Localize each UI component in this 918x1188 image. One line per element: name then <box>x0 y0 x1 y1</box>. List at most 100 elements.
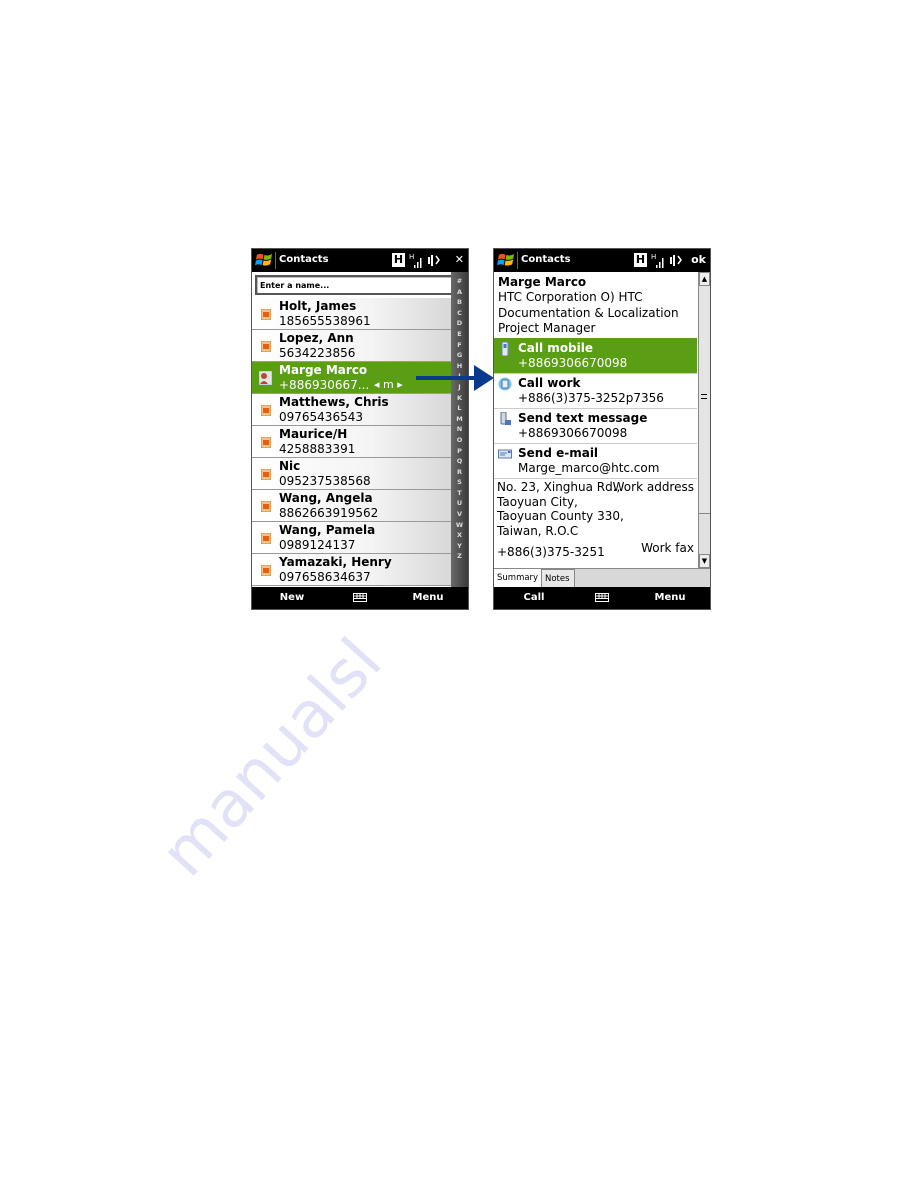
scroll-grip-icon <box>701 394 707 399</box>
alphabet-letter[interactable]: W <box>451 520 468 531</box>
call-softkey[interactable]: Call <box>494 592 574 603</box>
alphabet-letter[interactable]: T <box>451 488 468 499</box>
alphabet-letter[interactable]: B <box>451 297 468 308</box>
alphabet-letter[interactable]: N <box>451 424 468 435</box>
alphabet-index-bar[interactable]: #ABCDEFGHIJKLMNOPQRSTUVWXYZ <box>451 272 468 588</box>
menu-softkey[interactable]: Menu <box>630 592 710 603</box>
tab-notes[interactable]: Notes <box>542 569 575 588</box>
alphabet-letter[interactable]: K <box>451 393 468 404</box>
work-fax[interactable]: +886(3)375-3251 Work fax <box>494 538 697 559</box>
action-value: Marge_marco@htc.com <box>518 461 660 475</box>
contact-job-title: Project Manager <box>498 321 596 335</box>
alphabet-letter[interactable]: # <box>451 276 468 287</box>
new-softkey[interactable]: New <box>252 592 332 603</box>
contact-card-icon <box>261 533 271 544</box>
title-bar: Contacts H H ok <box>494 249 710 272</box>
alphabet-letter[interactable]: R <box>451 467 468 478</box>
action-label: Call work <box>518 376 581 390</box>
contact-row[interactable]: Maurice/H 4258883391 <box>252 426 451 458</box>
keyboard-icon[interactable] <box>595 593 609 602</box>
keyboard-icon[interactable] <box>353 593 367 602</box>
watermark-text: manualsl <box>150 625 396 891</box>
call-work-action[interactable]: Call work +886(3)375-3252p7356 <box>494 373 697 408</box>
fax-number: +886(3)375-3251 <box>497 545 605 559</box>
tab-summary[interactable]: Summary <box>494 569 542 588</box>
alphabet-letter[interactable]: Q <box>451 456 468 467</box>
ok-button[interactable]: ok <box>691 253 706 266</box>
contact-name: Matthews, Chris <box>279 395 389 409</box>
work-address[interactable]: No. 23, Xinghua Rd., Taoyuan City, Taoyu… <box>494 478 697 538</box>
speaker-volume-icon[interactable] <box>427 253 441 268</box>
contact-number: 09765436543 <box>279 410 363 424</box>
contact-number: 185655538961 <box>279 314 371 328</box>
name-search-input[interactable] <box>255 275 453 295</box>
action-value: +886(3)375-3252p7356 <box>518 391 664 405</box>
action-value: +8869306670098 <box>518 356 628 370</box>
alphabet-letter[interactable]: P <box>451 446 468 457</box>
contact-name: Maurice/H <box>279 427 348 441</box>
action-value: +8869306670098 <box>518 426 628 440</box>
contact-name: Yamazaki, Henry <box>279 555 392 569</box>
signal-strength-icon[interactable]: H <box>409 252 423 269</box>
alphabet-letter[interactable]: C <box>451 308 468 319</box>
scroll-down-arrow-icon[interactable]: ▼ <box>699 554 710 568</box>
windows-start-icon[interactable] <box>255 251 274 270</box>
contact-detail-screen: Contacts H H ok Marge Marco HTC Corporat… <box>493 248 711 610</box>
mobile-phone-icon <box>501 342 509 356</box>
alphabet-letter[interactable]: Z <box>451 551 468 562</box>
alphabet-letter[interactable]: U <box>451 498 468 509</box>
speaker-volume-icon[interactable] <box>669 253 683 268</box>
alphabet-letter[interactable]: F <box>451 340 468 351</box>
alphabet-letter[interactable]: X <box>451 530 468 541</box>
contact-number: 0989124137 <box>279 538 356 552</box>
alphabet-letter[interactable]: O <box>451 435 468 446</box>
close-button[interactable]: ✕ <box>455 253 464 266</box>
contact-number: 4258883391 <box>279 442 356 456</box>
alphabet-letter[interactable]: S <box>451 477 468 488</box>
app-title: Contacts <box>521 254 571 265</box>
number-type-switcher[interactable]: ◂ m ▸ <box>374 378 403 391</box>
hsdpa-icon[interactable]: H <box>392 253 405 267</box>
alphabet-letter[interactable]: A <box>451 287 468 298</box>
action-label: Send e-mail <box>518 446 599 460</box>
contact-header: Marge Marco HTC Corporation O) HTC Docum… <box>494 272 697 338</box>
call-mobile-action[interactable]: Call mobile +8869306670098 <box>494 338 697 373</box>
vertical-scrollbar[interactable]: ▲ ▼ <box>698 272 710 568</box>
scroll-up-arrow-icon[interactable]: ▲ <box>699 272 710 286</box>
send-email-action[interactable]: Send e-mail Marge_marco@htc.com <box>494 443 697 478</box>
contact-number: 5634223856 <box>279 346 356 360</box>
signal-strength-icon[interactable]: H <box>651 252 665 269</box>
contact-row[interactable]: Lopez, Ann 5634223856 <box>252 330 451 362</box>
alphabet-letter[interactable]: Y <box>451 541 468 552</box>
contact-row[interactable]: Yamazaki, Henry 097658634637 <box>252 554 451 586</box>
contact-card-icon <box>261 437 271 448</box>
alphabet-letter[interactable]: G <box>451 350 468 361</box>
alphabet-letter[interactable]: E <box>451 329 468 340</box>
alphabet-letter[interactable]: D <box>451 318 468 329</box>
send-text-action[interactable]: Send text message +8869306670098 <box>494 408 697 443</box>
contact-row[interactable]: Matthews, Chris 09765436543 <box>252 394 451 426</box>
contact-row[interactable]: Holt, James 185655538961 <box>252 298 451 330</box>
action-label: Send text message <box>518 411 648 425</box>
contact-row[interactable]: Wang, Angela 8862663919562 <box>252 490 451 522</box>
contact-card-icon <box>261 469 271 480</box>
contact-card-icon <box>261 341 271 352</box>
scroll-thumb[interactable] <box>699 286 710 514</box>
alphabet-letter[interactable]: M <box>451 414 468 425</box>
contact-name: Wang, Angela <box>279 491 373 505</box>
alphabet-letter[interactable]: L <box>451 403 468 414</box>
contact-number: +886930667... <box>279 378 370 392</box>
alphabet-letter[interactable]: V <box>451 509 468 520</box>
contacts-list-screen: Contacts H H ✕ Holt, James 185655538961 … <box>251 248 469 610</box>
contact-summary: Marge Marco HTC Corporation O) HTC Docum… <box>494 272 697 568</box>
contact-row[interactable]: Nic 095237538568 <box>252 458 451 490</box>
fax-type-label: Work fax <box>641 541 694 555</box>
softkey-bar: Call Menu <box>494 587 710 609</box>
contact-name: Lopez, Ann <box>279 331 354 345</box>
contact-name: Holt, James <box>279 299 357 313</box>
menu-softkey[interactable]: Menu <box>388 592 468 603</box>
contact-row[interactable]: Wang, Pamela 0989124137 <box>252 522 451 554</box>
hsdpa-icon[interactable]: H <box>634 253 647 267</box>
windows-start-icon[interactable] <box>497 251 516 270</box>
title-separator <box>275 252 276 269</box>
